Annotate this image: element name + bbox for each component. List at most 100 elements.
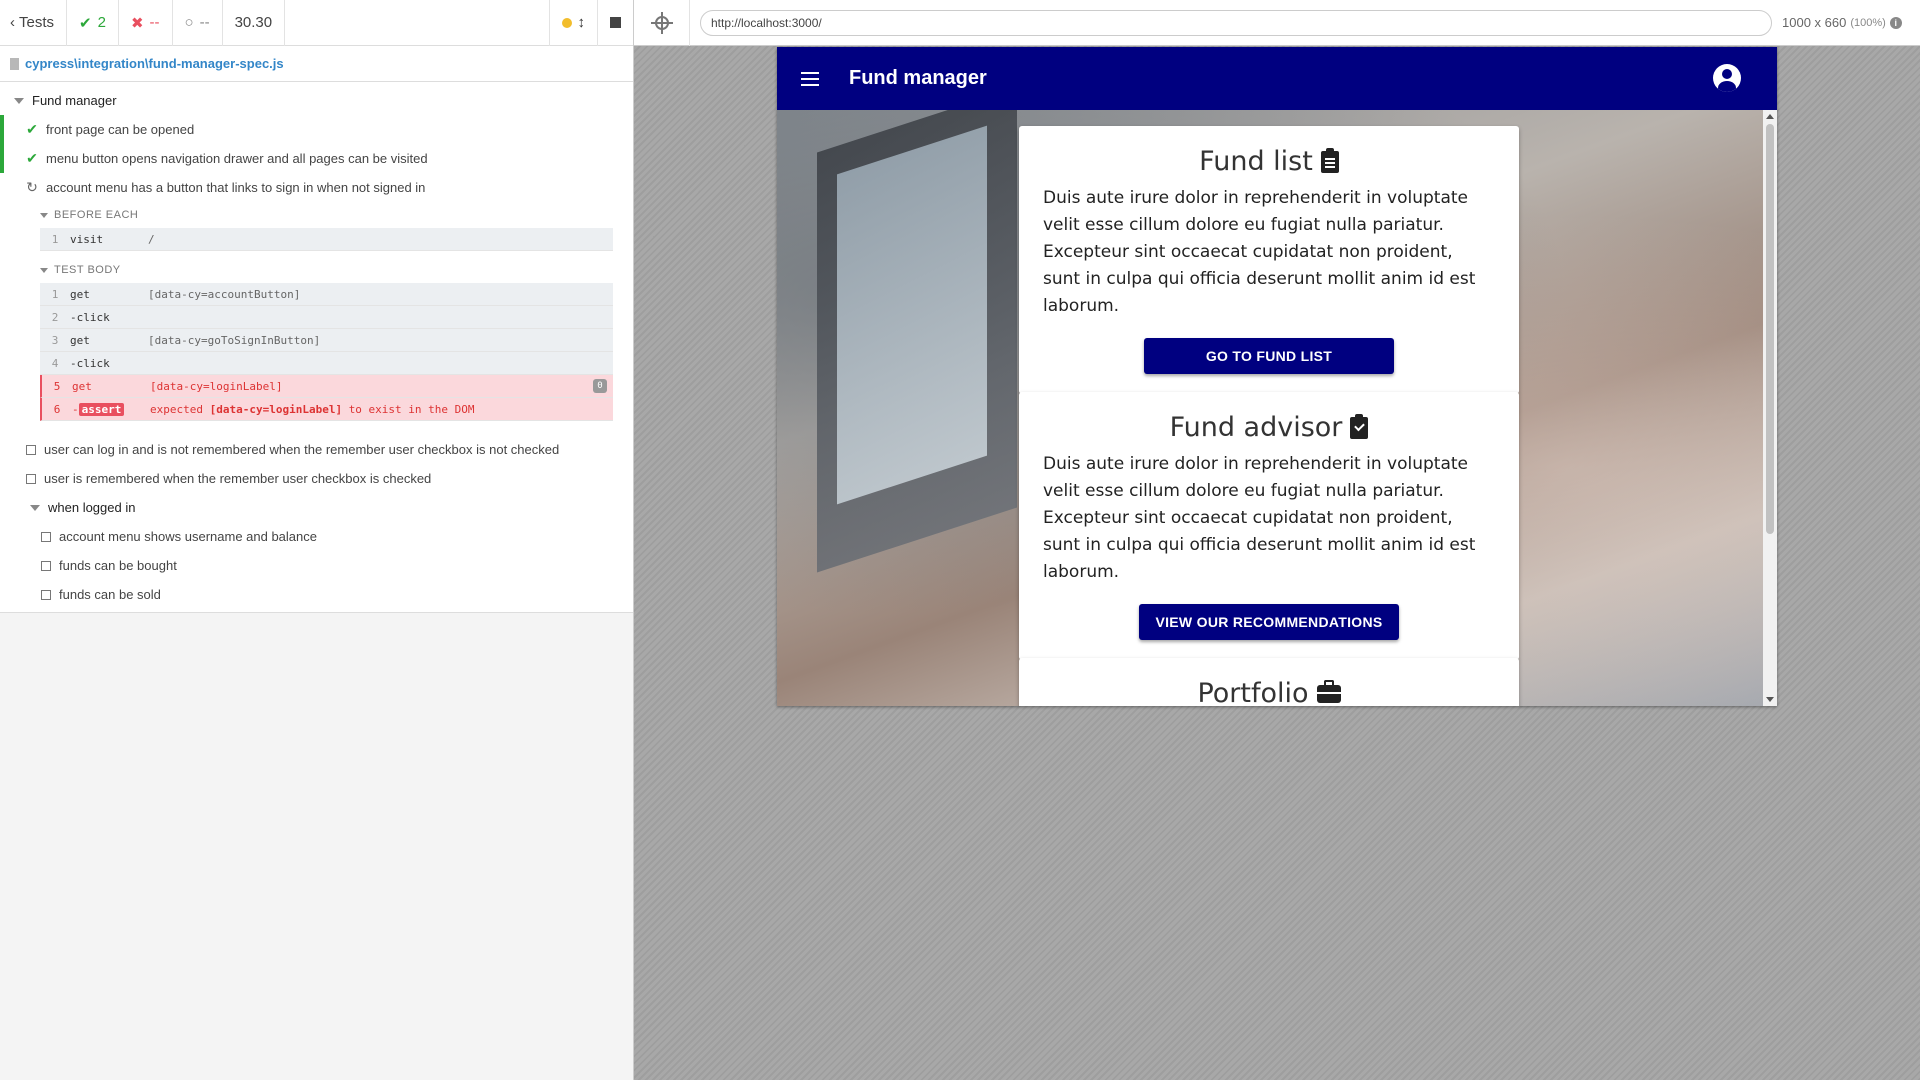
spec-file-path[interactable]: cypress\integration\fund-manager-spec.js <box>25 56 284 71</box>
clipboard-check-icon <box>1350 413 1369 439</box>
hook-label: TEST BODY <box>54 264 121 276</box>
command-number: 5 <box>53 379 61 393</box>
check-icon: ✔ <box>26 121 38 137</box>
hook-test-body[interactable]: TEST BODY <box>40 257 613 283</box>
test-title: funds can be sold <box>59 587 161 602</box>
passed-count[interactable]: ✔ 2 <box>67 0 119 46</box>
auto-scroll-toggle[interactable]: ↕ <box>548 0 598 46</box>
assert-selector: [data-cy=loginLabel] <box>209 402 343 416</box>
app-frame: Fund manager Fund list Duis aute irure d… <box>777 47 1777 706</box>
test-item-running[interactable]: ↻ account menu has a button that links t… <box>0 173 633 202</box>
command-name: get <box>72 379 92 393</box>
test-item-pending[interactable]: user is remembered when the remember use… <box>0 464 633 493</box>
tests-button-label: Tests <box>19 14 55 31</box>
viewport-info: 1000 x 660 (100%) i <box>1782 15 1902 30</box>
scrollbar[interactable] <box>1763 110 1777 706</box>
menu-icon[interactable] <box>801 71 819 86</box>
card-body: Duis aute irure dolor in reprehenderit i… <box>1043 188 1476 316</box>
checkbox-icon <box>26 444 36 455</box>
command-name: get <box>70 287 90 301</box>
aut-header: http://localhost:3000/ 1000 x 660 (100%)… <box>634 0 1920 46</box>
command-row-failed[interactable]: 5 get [data-cy=loginLabel] 0 <box>40 375 613 398</box>
command-name: -click <box>70 356 110 370</box>
command-number: 6 <box>53 402 61 416</box>
card-title: Portfolio <box>1043 678 1495 706</box>
selector-playground-button[interactable] <box>634 0 690 46</box>
assert-prefix: expected <box>150 402 203 416</box>
url-bar[interactable]: http://localhost:3000/ <box>700 9 1772 36</box>
checkbox-icon <box>41 531 51 542</box>
card-body: Duis aute irure dolor in reprehenderit i… <box>1043 454 1476 582</box>
command-message: [data-cy=loginLabel] <box>150 379 283 393</box>
spec-file-bar: cypress\integration\fund-manager-spec.js <box>0 46 633 82</box>
command-name: - assert <box>72 402 150 416</box>
command-row[interactable]: 3 get [data-cy=goToSignInButton] <box>40 329 613 352</box>
circle-icon: ○ <box>184 14 194 31</box>
stop-button[interactable] <box>597 0 633 46</box>
test-title: account menu shows username and balance <box>59 529 317 544</box>
card-title: Fund list <box>1043 146 1495 177</box>
command-row[interactable]: 4 -click <box>40 352 613 375</box>
test-item-passed[interactable]: ✔ front page can be opened <box>0 115 633 144</box>
chevron-left-icon: ‹ <box>10 14 15 31</box>
command-row-failed[interactable]: 6 - assert expected [data-cy=loginLabel] … <box>40 398 613 421</box>
command-row[interactable]: 1 visit / <box>40 228 613 251</box>
go-to-fund-list-button[interactable]: GO TO FUND LIST <box>1144 338 1394 374</box>
assert-tag: assert <box>78 402 125 416</box>
suite-when-logged-in[interactable]: when logged in <box>0 493 633 522</box>
test-title: funds can be bought <box>59 558 177 573</box>
scroll-up-arrow-icon[interactable] <box>1766 114 1774 119</box>
test-reporter-panel: ‹ Tests ✔ 2 ✖ -- ○ -- 30.30 ↕ cypress\in… <box>0 0 634 1080</box>
viewport-size: 1000 x 660 <box>1782 15 1847 30</box>
command-message: [data-cy=accountButton] <box>148 287 301 301</box>
card-portfolio: Portfolio <box>1019 658 1519 706</box>
test-item-pending[interactable]: account menu shows username and balance <box>0 522 633 551</box>
background-laptop-screen <box>837 125 987 505</box>
info-icon[interactable]: i <box>1889 16 1902 29</box>
caret-down-icon <box>40 212 48 218</box>
element-count-badge: 0 <box>593 379 607 393</box>
url-text: http://localhost:3000/ <box>711 15 822 30</box>
test-title: account menu has a button that links to … <box>46 180 426 195</box>
hook-before-each[interactable]: BEFORE EACH <box>40 202 613 228</box>
test-item-pending[interactable]: funds can be bought <box>0 551 633 580</box>
command-number: 3 <box>51 333 59 347</box>
command-message: [data-cy=goToSignInButton] <box>148 333 321 347</box>
scroll-down-arrow-icon[interactable] <box>1766 697 1774 702</box>
stop-icon <box>610 17 621 28</box>
refresh-icon: ↻ <box>26 179 38 195</box>
scrollbar-thumb[interactable] <box>1766 124 1774 534</box>
x-icon: ✖ <box>130 14 144 32</box>
command-number: 1 <box>51 232 59 246</box>
command-name: visit <box>70 232 104 246</box>
runnables-list: Fund manager ✔ front page can be opened … <box>0 82 633 613</box>
failed-count[interactable]: ✖ -- <box>119 0 173 46</box>
test-title: front page can be opened <box>46 122 195 137</box>
pending-count[interactable]: ○ -- <box>173 0 223 46</box>
card-fund-advisor: Fund advisor Duis aute irure dolor in re… <box>1019 392 1519 660</box>
view-recommendations-button[interactable]: VIEW OUR RECOMMENDATIONS <box>1139 604 1399 640</box>
checkbox-icon <box>41 560 51 571</box>
tests-button[interactable]: ‹ Tests <box>0 0 68 46</box>
command-row[interactable]: 1 get [data-cy=accountButton] <box>40 283 613 306</box>
duration: 30.30 <box>223 0 286 46</box>
test-item-pending[interactable]: funds can be sold <box>0 580 633 609</box>
reporter-header: ‹ Tests ✔ 2 ✖ -- ○ -- 30.30 ↕ <box>0 0 633 46</box>
suite-fund-manager[interactable]: Fund manager <box>0 86 633 115</box>
suite-title: Fund manager <box>32 93 117 108</box>
check-icon: ✔ <box>26 150 38 166</box>
failed-count-value: -- <box>149 14 160 31</box>
test-title: menu button opens navigation drawer and … <box>46 151 428 166</box>
card-title-text: Portfolio <box>1197 678 1309 706</box>
test-item-pending[interactable]: user can log in and is not remembered wh… <box>0 435 633 464</box>
command-row[interactable]: 2 -click <box>40 306 613 329</box>
command-number: 1 <box>51 287 59 301</box>
account-circle-icon[interactable] <box>1713 64 1741 92</box>
command-log: BEFORE EACH 1 visit / TEST BODY 1 get [d… <box>40 202 613 421</box>
card-title-text: Fund advisor <box>1169 412 1343 443</box>
pass-indicator-bar <box>0 115 4 144</box>
passed-count-value: 2 <box>97 14 106 31</box>
test-item-passed[interactable]: ✔ menu button opens navigation drawer an… <box>0 144 633 173</box>
checkbox-icon <box>26 473 36 484</box>
briefcase-icon <box>1316 679 1341 703</box>
